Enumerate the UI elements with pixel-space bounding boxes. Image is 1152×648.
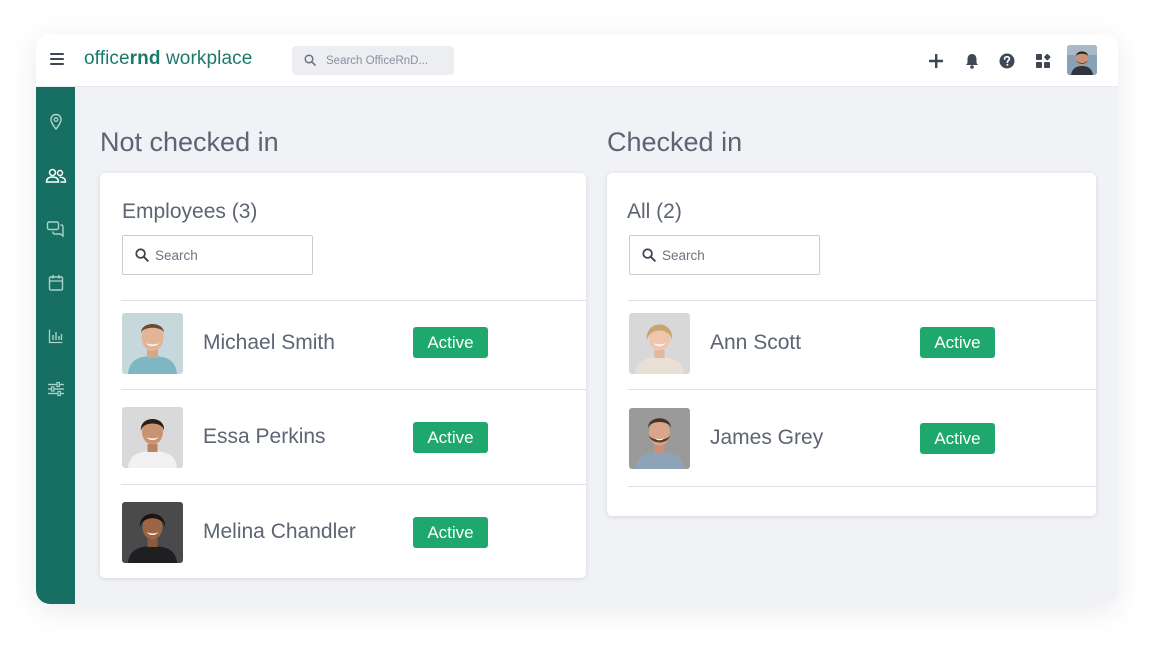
add-icon[interactable] <box>926 51 946 71</box>
search-icon <box>642 248 656 262</box>
divider <box>628 486 1096 487</box>
checked-in-search[interactable] <box>629 235 820 275</box>
not-checked-in-title: Not checked in <box>100 127 279 157</box>
analytics-icon <box>48 329 62 344</box>
employees-search-input[interactable] <box>155 236 305 274</box>
person-photo <box>629 408 690 469</box>
checked-in-search-input[interactable] <box>662 236 812 274</box>
apps-icon[interactable] <box>1033 51 1053 71</box>
person-name: Michael Smith <box>203 331 335 354</box>
person-name: Melina Chandler <box>203 520 356 543</box>
sidebar-item-locations[interactable] <box>36 107 75 137</box>
user-avatar[interactable] <box>1067 45 1097 75</box>
brand-light: office <box>84 48 130 69</box>
status-badge: Active <box>920 327 995 358</box>
list-item[interactable]: Michael Smith Active <box>100 301 586 396</box>
person-name: James Grey <box>710 426 824 449</box>
status-badge: Active <box>920 423 995 454</box>
person-name: Ann Scott <box>710 331 802 354</box>
person-photo <box>122 313 183 374</box>
person-photo <box>122 502 183 563</box>
sidebar <box>36 87 75 604</box>
person-photo <box>629 313 690 374</box>
sidebar-item-people[interactable] <box>36 161 75 191</box>
search-icon <box>135 248 149 262</box>
sidebar-item-messages[interactable] <box>36 214 75 244</box>
brand-logo[interactable]: officernd workplace <box>84 48 252 70</box>
checked-in-title: Checked in <box>607 127 743 157</box>
help-icon[interactable] <box>997 51 1017 71</box>
status-badge: Active <box>413 422 488 453</box>
settings-sliders-icon <box>47 381 64 397</box>
employees-card-title: Employees (3) <box>122 200 258 223</box>
menu-icon[interactable] <box>50 53 64 65</box>
list-item[interactable]: Ann Scott Active <box>607 301 1096 396</box>
sidebar-item-calendar[interactable] <box>36 268 75 298</box>
checked-in-card-title: All (2) <box>627 200 682 223</box>
location-icon <box>49 113 62 131</box>
person-photo <box>122 407 183 468</box>
employees-search[interactable] <box>122 235 313 275</box>
sidebar-item-analytics[interactable] <box>36 321 75 351</box>
top-bar: officernd workplace <box>36 34 1118 87</box>
status-badge: Active <box>413 517 488 548</box>
bell-icon[interactable] <box>962 51 982 71</box>
chat-icon <box>46 221 64 238</box>
app-window: officernd workplace Search OfficeRnD... … <box>36 34 1118 604</box>
list-item[interactable]: Essa Perkins Active <box>100 390 586 485</box>
status-badge: Active <box>413 327 488 358</box>
global-search[interactable] <box>292 46 454 75</box>
list-item[interactable]: Melina Chandler Active <box>100 485 586 580</box>
brand-suffix: workplace <box>160 48 253 69</box>
person-name: Essa Perkins <box>203 425 326 448</box>
brand-bold: rnd <box>129 48 161 69</box>
sidebar-item-settings[interactable] <box>36 374 75 404</box>
global-search-input[interactable] <box>326 46 450 75</box>
list-item[interactable]: James Grey Active <box>607 390 1096 485</box>
people-icon <box>45 168 66 183</box>
employees-card: Employees (3) Michael Smith Active Essa … <box>100 173 586 578</box>
search-icon <box>304 54 316 66</box>
checked-in-card: All (2) Ann Scott Active James Grey Acti… <box>607 173 1096 516</box>
calendar-icon <box>48 275 63 291</box>
